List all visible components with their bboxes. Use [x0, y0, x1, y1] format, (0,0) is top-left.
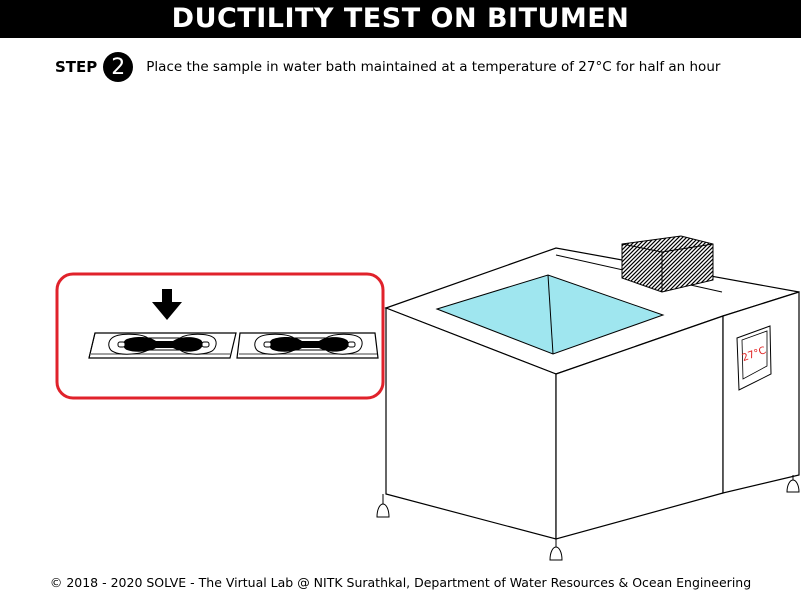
lab-scene: 27°C — [55, 235, 800, 561]
briquette-mould-2[interactable] — [236, 332, 379, 359]
footer-copyright: © 2018 - 2020 SOLVE - The Virtual Lab @ … — [49, 575, 752, 590]
water-bath[interactable]: 27°C — [376, 235, 800, 561]
sample-tray[interactable] — [55, 272, 385, 400]
briquette-mould-1[interactable] — [88, 332, 237, 359]
